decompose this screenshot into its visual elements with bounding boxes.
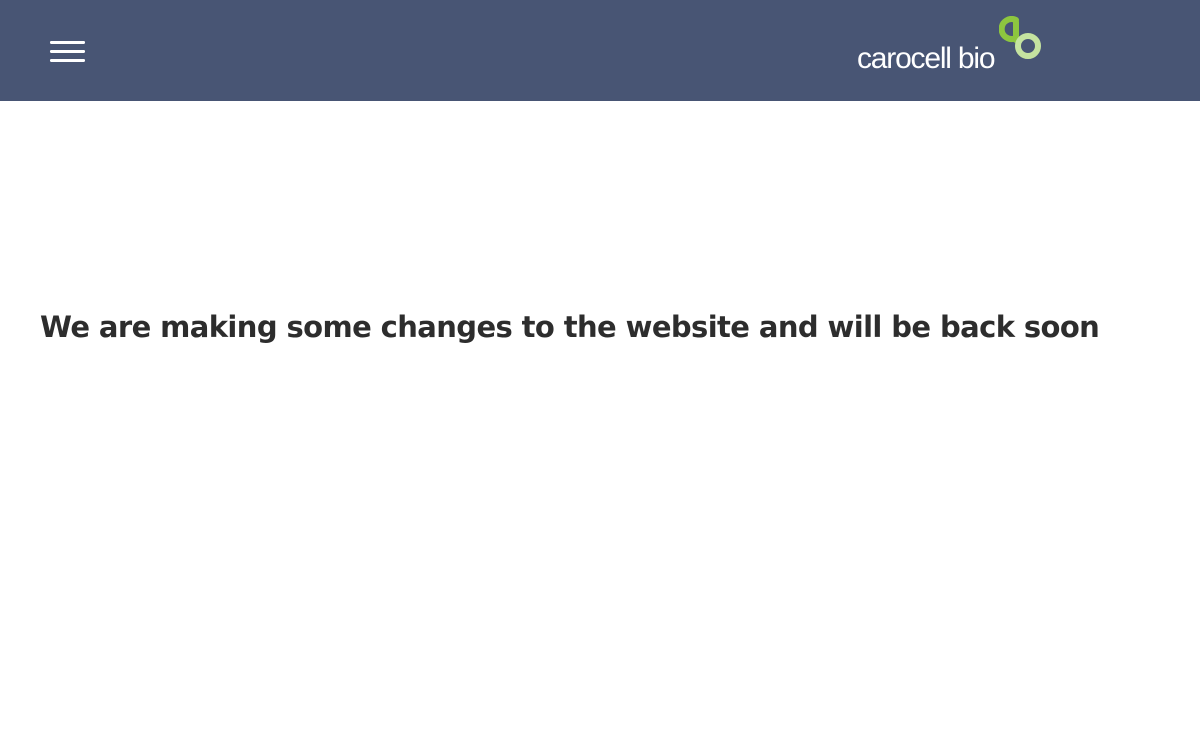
site-header: carocell bio <box>0 0 1200 101</box>
carocell-bio-logo-mark-icon <box>999 16 1041 59</box>
maintenance-message: We are making some changes to the websit… <box>40 310 1100 344</box>
main-content: We are making some changes to the websit… <box>0 101 1200 750</box>
logo-text: carocell bio <box>857 42 996 75</box>
hamburger-menu-icon <box>50 41 85 62</box>
menu-button[interactable] <box>46 36 90 70</box>
site-logo[interactable]: carocell bio <box>855 14 1055 80</box>
